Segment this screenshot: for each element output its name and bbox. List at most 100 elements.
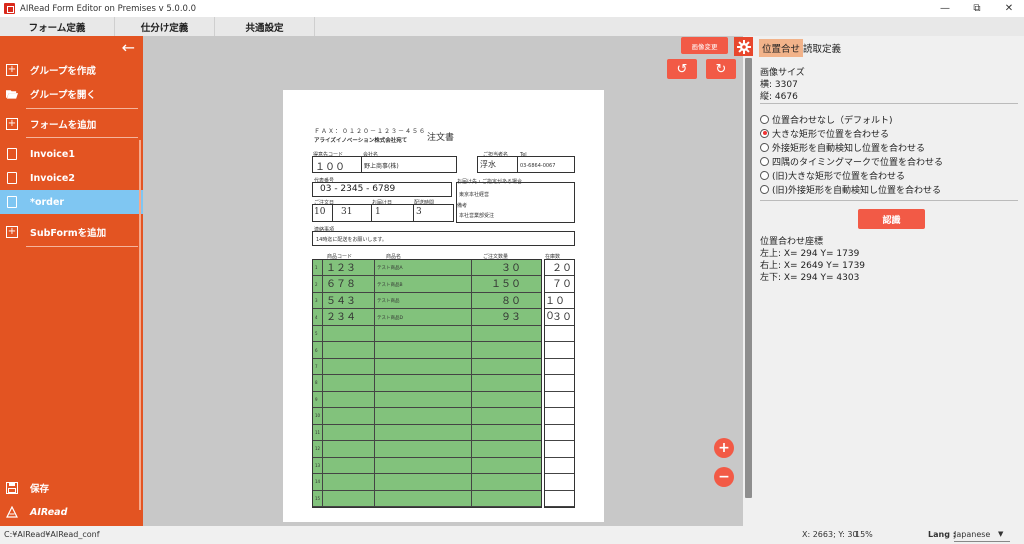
sidebar-item-order[interactable]: *order bbox=[0, 190, 143, 214]
separator bbox=[26, 246, 138, 247]
zoom-out-button[interactable]: − bbox=[714, 467, 734, 487]
image-height: 縦: 4676 bbox=[760, 92, 798, 102]
option-old-large-rect[interactable]: (旧)大きな矩形で位置を合わせる bbox=[760, 169, 905, 182]
menu-form-definition[interactable]: フォーム定義 bbox=[0, 17, 115, 36]
option-old-auto-bounding[interactable]: (旧)外接矩形を自動検知し位置を合わせる bbox=[760, 183, 941, 196]
rotate-left-button[interactable]: ↺ bbox=[667, 59, 697, 79]
menu-bar: フォーム定義 仕分け定義 共通設定 bbox=[0, 17, 1024, 36]
order-items-table[interactable]: 1 １２３ テスト商品A ３０ 2 ６７８ テスト商品B １５０ 3 ５４３ テスト商品 ８０ 4 ２３４… bbox=[312, 259, 542, 508]
stock-cell bbox=[545, 326, 574, 343]
table-row[interactable]: 1 １２３ テスト商品A ３０ bbox=[313, 260, 541, 277]
stock-cell bbox=[545, 375, 574, 392]
menu-sort-definition[interactable]: 仕分け定義 bbox=[115, 17, 215, 36]
addressee: アライズイノベーション株式会社宛て bbox=[314, 138, 408, 144]
back-arrow-icon[interactable]: ← bbox=[122, 38, 135, 57]
table-row[interactable]: 2 ６７８ テスト商品B １５０ bbox=[313, 276, 541, 293]
zoom-in-button[interactable]: + bbox=[714, 438, 734, 458]
table-row[interactable]: 3 ５４３ テスト商品 ８０ bbox=[313, 293, 541, 310]
table-row[interactable]: 9 bbox=[313, 392, 541, 409]
customer-code: １００ bbox=[315, 162, 345, 173]
table-row[interactable]: 7 bbox=[313, 359, 541, 376]
radio-button[interactable] bbox=[760, 156, 769, 166]
sidebar-item-invoice1[interactable]: Invoice1 bbox=[0, 142, 143, 166]
save-button[interactable]: 保存 bbox=[0, 476, 143, 500]
form-image[interactable]: ＦＡＸ：０１２０－１２３－４５６ アライズイノベーション株式会社宛て 注文書 得… bbox=[283, 90, 604, 522]
sidebar-item-label: Invoice2 bbox=[30, 172, 75, 184]
radio-button[interactable] bbox=[760, 142, 769, 152]
scrollbar-thumb[interactable] bbox=[745, 58, 752, 498]
row-number: 10 bbox=[315, 413, 321, 419]
close-button[interactable]: ✕ bbox=[994, 0, 1024, 17]
recognize-button[interactable]: 認識 bbox=[858, 209, 925, 229]
sidebar-item-open-group[interactable]: グループを開く bbox=[0, 82, 143, 106]
table-row[interactable]: 6 bbox=[313, 342, 541, 359]
table-row[interactable]: 8 bbox=[313, 375, 541, 392]
row-stock: ３０ bbox=[552, 312, 572, 324]
config-path: C:¥AIRead¥AIRead_conf bbox=[4, 530, 100, 539]
tab-read-definition[interactable]: 読取定義 bbox=[800, 39, 844, 57]
table-row[interactable]: 15 bbox=[313, 491, 541, 507]
table-row[interactable]: 13 bbox=[313, 458, 541, 475]
stock-column: ２０ ７０ １００ ３０ bbox=[544, 259, 575, 508]
stock-cell bbox=[545, 491, 574, 507]
sidebar-item-add-form[interactable]: + フォームを追加 bbox=[0, 112, 143, 136]
fax-number: ＦＡＸ：０１２０－１２３－４５６ bbox=[314, 128, 427, 135]
date-box bbox=[312, 204, 454, 222]
sidebar-item-create-group[interactable]: + グループを作成 bbox=[0, 58, 143, 82]
row-number: 14 bbox=[315, 479, 321, 485]
tab-alignment[interactable]: 位置合せ bbox=[759, 39, 804, 57]
logo-text: AIRead bbox=[30, 506, 68, 518]
gear-icon[interactable] bbox=[734, 37, 753, 56]
table-row[interactable]: 5 bbox=[313, 326, 541, 343]
canvas-scrollbar[interactable] bbox=[743, 36, 754, 526]
sidebar-item-label: フォームを追加 bbox=[30, 120, 97, 131]
label-tel: Tel bbox=[520, 152, 527, 158]
menu-common-settings[interactable]: 共通設定 bbox=[215, 17, 315, 36]
row-code: ６７８ bbox=[326, 279, 356, 291]
language-select[interactable]: Japanese ▼ bbox=[954, 528, 1010, 542]
row-number: 13 bbox=[315, 462, 321, 468]
label-customer-code: 得意先コード bbox=[313, 152, 344, 158]
sidebar-item-label: *order bbox=[30, 196, 65, 208]
stock-cell: ３０ bbox=[545, 309, 574, 326]
title-bar: AIRead Form Editor on Premises v 5.0.0.0… bbox=[0, 0, 1024, 17]
folder-open-icon bbox=[6, 88, 18, 100]
row-qty: ８０ bbox=[501, 295, 521, 307]
change-image-button[interactable]: 画像変更 bbox=[681, 37, 728, 54]
radio-button[interactable] bbox=[760, 170, 769, 180]
row-code: ５４３ bbox=[326, 295, 356, 307]
radio-button[interactable] bbox=[760, 114, 769, 124]
row-number: 11 bbox=[315, 429, 321, 435]
window-title: AIRead Form Editor on Premises v 5.0.0.0 bbox=[20, 3, 197, 14]
restore-button[interactable]: ⧉ bbox=[962, 0, 992, 17]
row-number: 9 bbox=[315, 396, 318, 402]
minimize-button[interactable]: — bbox=[930, 0, 960, 17]
table-row[interactable]: 10 bbox=[313, 408, 541, 425]
cursor-coords: X: 2663; Y: 30 bbox=[802, 530, 858, 539]
sidebar-item-add-subform[interactable]: + SubFormを追加 bbox=[0, 220, 143, 244]
row-number: 5 bbox=[315, 331, 318, 337]
stock-cell bbox=[545, 359, 574, 376]
delivery-day: 1 bbox=[375, 207, 381, 217]
row-name: テスト商品D bbox=[377, 315, 403, 321]
row-number: 7 bbox=[315, 364, 318, 370]
option-timing-marks[interactable]: 四隅のタイミングマークで位置を合わせる bbox=[760, 155, 943, 168]
table-row[interactable]: 14 bbox=[313, 474, 541, 491]
stock-cell: ７０ bbox=[545, 276, 574, 293]
radio-button-selected[interactable] bbox=[760, 128, 769, 138]
table-row[interactable]: 11 bbox=[313, 425, 541, 442]
table-row[interactable]: 4 ２３４ テスト商品D ９３ bbox=[313, 309, 541, 326]
stock-cell bbox=[545, 342, 574, 359]
stock-cell bbox=[545, 474, 574, 491]
rotate-right-button[interactable]: ↻ bbox=[706, 59, 736, 79]
plus-box-icon: + bbox=[6, 64, 18, 76]
option-auto-bounding[interactable]: 外接矩形を自動検知し位置を合わせる bbox=[760, 141, 925, 154]
radio-button[interactable] bbox=[760, 184, 769, 194]
sidebar-item-invoice2[interactable]: Invoice2 bbox=[0, 166, 143, 190]
sidebar-scrollbar[interactable] bbox=[139, 140, 141, 510]
plus-box-icon: + bbox=[6, 118, 18, 130]
option-large-rect[interactable]: 大きな矩形で位置を合わせる bbox=[760, 127, 889, 140]
table-row[interactable]: 12 bbox=[313, 441, 541, 458]
date-day: 31 bbox=[341, 207, 353, 217]
option-no-alignment[interactable]: 位置合わせなし（デフォルト) bbox=[760, 113, 893, 126]
